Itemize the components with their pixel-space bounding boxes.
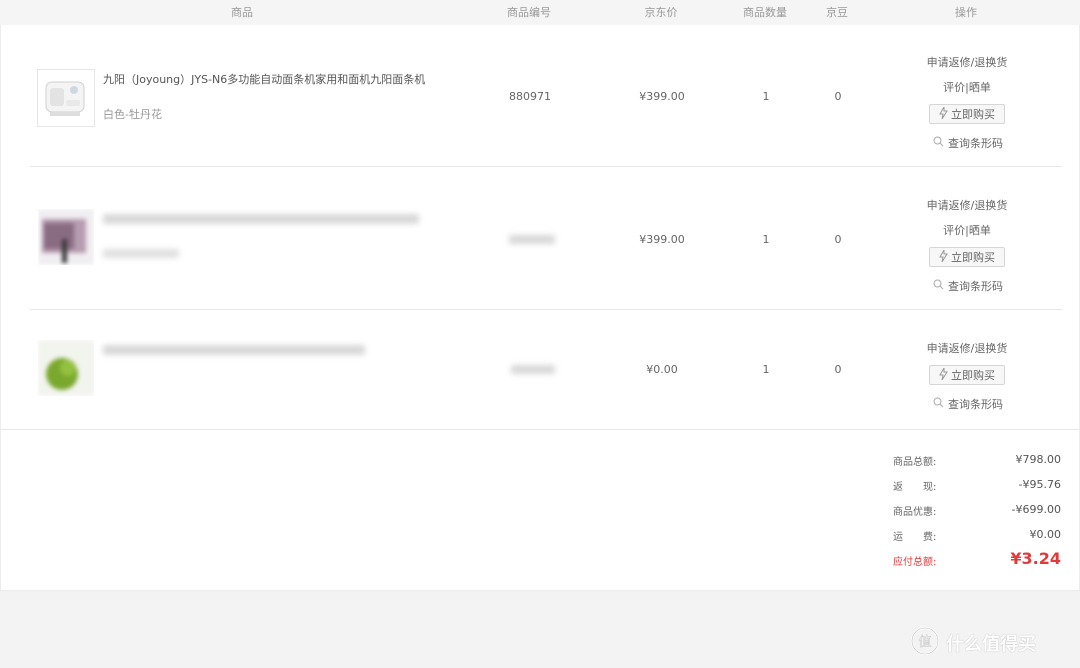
- blurred-sku: [511, 365, 555, 374]
- buy-now-button[interactable]: 立即购买: [929, 247, 1005, 267]
- cashback-value: -¥95.76: [1018, 478, 1061, 491]
- barcode-query-link[interactable]: 查询条形码: [933, 396, 1003, 412]
- return-exchange-link[interactable]: 申请返修/退换货: [927, 54, 1008, 70]
- order-card: 九阳（Joyoung）JYS-N6多功能自动面条机家用和面机九阳面条机 白色-牡…: [0, 25, 1080, 591]
- product-quantity: 1: [762, 363, 770, 376]
- product-title[interactable]: 九阳（Joyoung）JYS-N6多功能自动面条机家用和面机九阳面条机: [103, 71, 425, 87]
- smzdm-watermark: 值 什么值得买: [910, 626, 1036, 660]
- product-thumbnail[interactable]: [37, 69, 95, 127]
- discount-value: -¥699.00: [1011, 503, 1061, 516]
- barcode-query-link[interactable]: 查询条形码: [933, 278, 1003, 294]
- return-exchange-link[interactable]: 申请返修/退换货: [927, 340, 1008, 356]
- smzdm-logo-glyph: 值: [918, 634, 931, 650]
- product-sku: 880971: [509, 90, 551, 103]
- header-jingdou: 京豆: [826, 6, 848, 19]
- header-price: 京东价: [644, 6, 678, 19]
- product-quantity: 1: [762, 233, 770, 246]
- product-thumbnail[interactable]: [37, 208, 95, 266]
- buy-now-button[interactable]: 立即购买: [929, 365, 1005, 385]
- blurred-sku: [509, 235, 555, 244]
- buy-now-label: 立即购买: [951, 369, 995, 382]
- barcode-query-label: 查询条形码: [948, 137, 1003, 150]
- review-link[interactable]: 评价|晒单: [943, 79, 991, 95]
- barcode-query-label: 查询条形码: [948, 280, 1003, 293]
- header-product: 商品: [231, 6, 253, 19]
- buy-now-label: 立即购买: [951, 108, 995, 121]
- search-icon: [933, 279, 944, 293]
- header-sku: 商品编号: [507, 6, 551, 19]
- header-actions: 操作: [955, 6, 977, 19]
- order-item-row: 九阳（Joyoung）JYS-N6多功能自动面条机家用和面机九阳面条机 白色-牡…: [1, 25, 1079, 167]
- buy-now-label: 立即购买: [951, 251, 995, 264]
- discount-label: 商品优惠:: [893, 507, 937, 518]
- product-quantity: 1: [762, 90, 770, 103]
- shipping-value: ¥0.00: [1029, 528, 1062, 541]
- product-jingdou: 0: [834, 233, 842, 246]
- order-item-row: ¥399.00 1 0 申请返修/退换货 评价|晒单 立即购买 查询条形码: [1, 168, 1079, 310]
- barcode-query-link[interactable]: 查询条形码: [933, 135, 1003, 151]
- barcode-query-label: 查询条形码: [948, 398, 1003, 411]
- lightning-icon: [939, 247, 948, 265]
- table-header: 商品 商品编号 京东价 商品数量 京豆 操作: [0, 0, 1080, 25]
- buy-now-button[interactable]: 立即购买: [929, 104, 1005, 124]
- lightning-icon: [939, 365, 948, 383]
- summary-divider: [1, 429, 1079, 430]
- order-item-row: ¥0.00 1 0 申请返修/退换货 立即购买 查询条形码: [1, 311, 1079, 429]
- blurred-title: [103, 345, 365, 355]
- lightning-icon: [939, 104, 948, 122]
- cashback-label: 返 现:: [893, 482, 937, 493]
- product-thumbnail[interactable]: [37, 339, 95, 397]
- payable-value: ¥3.24: [1010, 549, 1061, 568]
- smzdm-watermark-text: 什么值得买: [946, 634, 1036, 655]
- header-quantity: 商品数量: [743, 6, 787, 19]
- search-icon: [933, 397, 944, 411]
- blurred-title: [103, 214, 419, 224]
- total-value: ¥798.00: [1015, 453, 1062, 466]
- product-price: ¥399.00: [639, 90, 685, 103]
- total-label: 商品总额:: [893, 457, 937, 468]
- blurred-spec: [103, 249, 179, 258]
- review-link[interactable]: 评价|晒单: [943, 222, 991, 238]
- search-icon: [933, 136, 944, 150]
- shipping-label: 运 费:: [893, 532, 937, 543]
- payable-label: 应付总额:: [893, 557, 937, 568]
- product-jingdou: 0: [834, 90, 842, 103]
- return-exchange-link[interactable]: 申请返修/退换货: [927, 197, 1008, 213]
- product-jingdou: 0: [834, 363, 842, 376]
- product-price: ¥399.00: [639, 233, 685, 246]
- smzdm-logo-icon: 值: [910, 626, 940, 660]
- product-price: ¥0.00: [646, 363, 678, 376]
- product-spec: 白色-牡丹花: [103, 108, 162, 121]
